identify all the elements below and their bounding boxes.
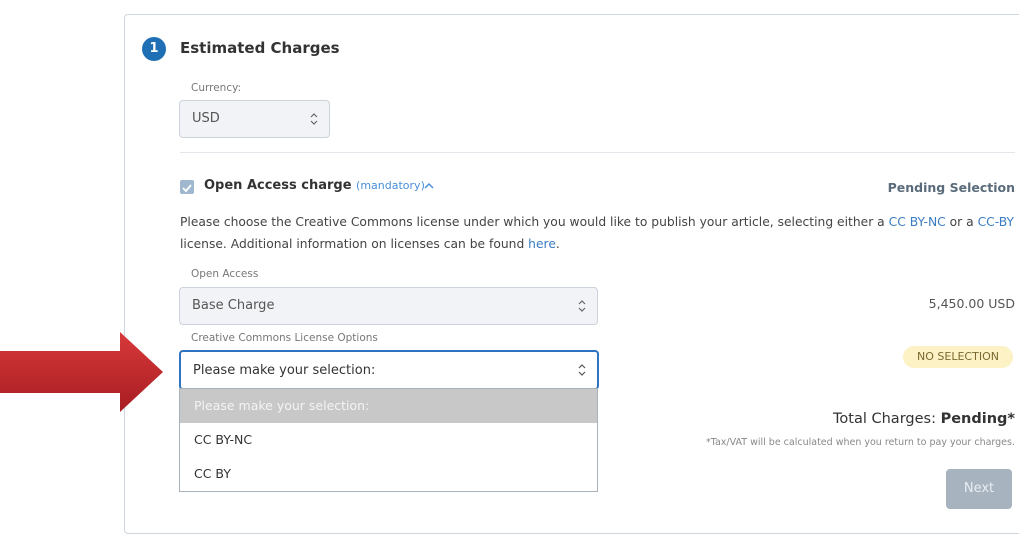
license-options-label: Creative Commons License Options — [191, 332, 378, 344]
license-select-value: Please make your selection: — [193, 363, 376, 378]
here-link[interactable]: here — [528, 237, 556, 251]
base-charge-price: 5,450.00 USD — [928, 296, 1015, 311]
license-dropdown-list: Please make your selection: CC BY-NC CC … — [179, 388, 598, 492]
open-access-checkbox[interactable] — [180, 180, 194, 194]
currency-label: Currency: — [191, 82, 242, 94]
base-charge-select[interactable]: Base Charge — [179, 287, 598, 325]
open-access-label: Open Access — [191, 268, 259, 280]
cc-by-link[interactable]: CC-BY — [978, 215, 1014, 229]
description-text-1: Please choose the Creative Commons licen… — [180, 215, 889, 229]
currency-value: USD — [192, 111, 220, 126]
dropdown-option-cc-by[interactable]: CC BY — [180, 457, 597, 491]
description-text-4: . — [555, 237, 560, 251]
currency-select[interactable]: USD — [179, 100, 330, 138]
description-text-3: license. Additional information on licen… — [180, 237, 529, 251]
dropdown-option-placeholder[interactable]: Please make your selection: — [180, 389, 597, 423]
open-access-title: Open Access charge (mandatory) — [204, 178, 425, 193]
step-number-badge: 1 — [142, 37, 166, 61]
section-title: Estimated Charges — [180, 39, 340, 57]
cc-by-nc-link[interactable]: CC BY-NC — [889, 215, 946, 229]
description-text-2: or a — [945, 215, 978, 229]
next-button[interactable]: Next — [946, 469, 1012, 509]
license-select[interactable]: Please make your selection: — [179, 350, 599, 390]
arrow-right-icon — [0, 332, 163, 412]
base-charge-value: Base Charge — [192, 298, 275, 313]
checkmark-icon — [182, 184, 192, 193]
open-access-title-text: Open Access charge — [204, 178, 352, 193]
pending-selection-status: Pending Selection — [887, 180, 1015, 195]
section-divider — [180, 152, 1015, 153]
total-charges-label: Total Charges: — [833, 411, 936, 427]
license-description: Please choose the Creative Commons licen… — [180, 211, 1019, 255]
caret-up-icon[interactable] — [424, 182, 434, 190]
total-charges: Total Charges: Pending* — [833, 411, 1015, 427]
chevron-up-down-icon — [310, 113, 318, 125]
chevron-up-down-icon — [578, 364, 586, 376]
no-selection-badge: NO SELECTION — [903, 346, 1013, 368]
chevron-up-down-icon — [578, 300, 586, 312]
dropdown-option-cc-by-nc[interactable]: CC BY-NC — [180, 423, 597, 457]
total-charges-value: Pending* — [940, 411, 1015, 427]
tax-note: *Tax/VAT will be calculated when you ret… — [705, 437, 1015, 448]
mandatory-tag: (mandatory) — [356, 179, 425, 192]
